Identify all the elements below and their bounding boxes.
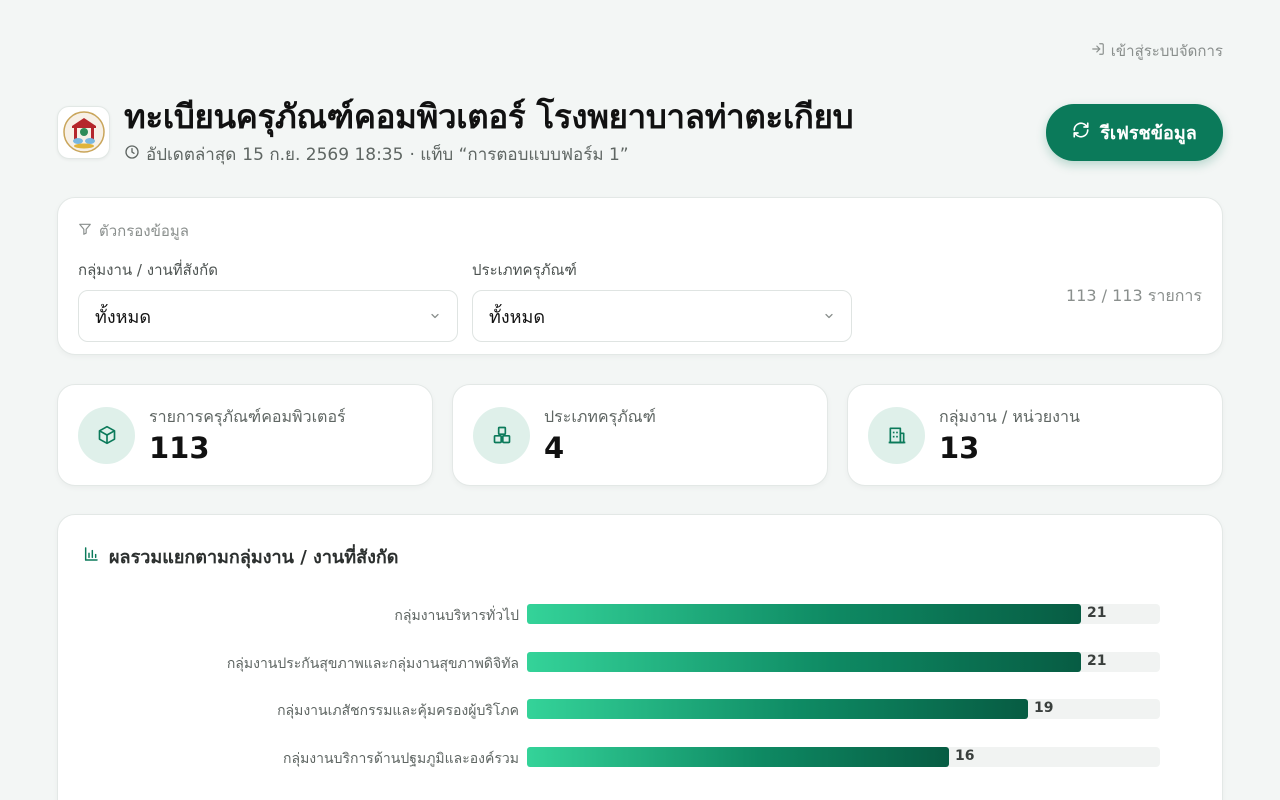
filter-icon: [78, 222, 92, 240]
stat-value: 113: [149, 431, 210, 465]
bar-fill: [527, 604, 1081, 624]
group-filter-field: กลุ่มงาน / งานที่สังกัด ทั้งหมด: [78, 258, 458, 342]
bar-row: กลุ่มงานบริการด้านปฐมภูมิและองค์รวม 16: [58, 746, 1224, 768]
bar-label: กลุ่มงานประกันสุขภาพและกลุ่มงานสุขภาพดิจ…: [226, 655, 519, 672]
bar-fill: [527, 746, 949, 767]
bar-label: กลุ่มงานบริการด้านปฐมภูมิและองค์รวม: [283, 750, 519, 767]
stat-label: กลุ่มงาน / หน่วยงาน: [939, 407, 1080, 426]
bar-value: 21: [1087, 605, 1107, 621]
bar-value: 16: [955, 747, 975, 764]
stat-card-types: ประเภทครุภัณฑ์ 4: [452, 384, 828, 486]
bar-row: กลุ่มงานบริหารทั่วไป 21: [58, 603, 1224, 625]
boxes-icon: [473, 406, 530, 464]
bar-track: [527, 604, 1160, 624]
box-icon: [78, 406, 135, 464]
stat-card-groups: กลุ่มงาน / หน่วยงาน 13: [847, 384, 1223, 486]
type-filter-field: ประเภทครุภัณฑ์ ทั้งหมด: [472, 258, 852, 342]
bar-track: [527, 651, 1160, 672]
login-link[interactable]: เข้าสู่ระบบจัดการ: [1091, 39, 1223, 63]
refresh-icon: [1072, 121, 1090, 144]
sheet-tab-label: · แท็บ “การตอบแบบฟอร์ม 1”: [409, 145, 629, 165]
clock-icon: [124, 144, 140, 165]
bar-fill: [527, 651, 1081, 672]
filter-heading: ตัวกรองข้อมูล: [78, 219, 189, 243]
bar-label: กลุ่มงานบริหารทั่วไป: [394, 608, 519, 624]
hospital-logo: [57, 105, 110, 159]
bar-label: กลุ่มงานเภสัชกรรมและคุ้มครองผู้บริโภค: [277, 703, 519, 719]
stat-label: ประเภทครุภัณฑ์: [544, 407, 656, 426]
last-updated: อัปเดตล่าสุด 15 ก.ย. 2569 18:35 · แท็บ “…: [124, 141, 1046, 168]
filter-heading-label: ตัวกรองข้อมูล: [99, 222, 189, 240]
refresh-label: รีเฟรชข้อมูล: [1100, 122, 1197, 144]
type-filter-value: ทั้งหมด: [489, 306, 546, 328]
refresh-button[interactable]: รีเฟรชข้อมูล: [1046, 103, 1223, 161]
login-label: เข้าสู่ระบบจัดการ: [1110, 42, 1223, 60]
page-header: ทะเบียนครุภัณฑ์คอมพิวเตอร์ โรงพยาบาลท่าต…: [57, 92, 1223, 172]
bar-row: กลุ่มงานเภสัชกรรมและคุ้มครองผู้บริโภค 19: [58, 698, 1224, 720]
result-count: 113 / 113 รายการ: [1066, 286, 1202, 305]
type-filter-label: ประเภทครุภัณฑ์: [472, 261, 577, 279]
chevron-down-icon: [429, 306, 441, 327]
bar-track: [527, 746, 1160, 767]
bar-value: 21: [1087, 652, 1107, 669]
page-title: ทะเบียนครุภัณฑ์คอมพิวเตอร์ โรงพยาบาลท่าต…: [124, 97, 854, 136]
bar-row: กลุ่มงานประกันสุขภาพและกลุ่มงานสุขภาพดิจ…: [58, 651, 1224, 673]
stat-label: รายการครุภัณฑ์คอมพิวเตอร์: [149, 407, 346, 426]
filter-card: ตัวกรองข้อมูล กลุ่มงาน / งานที่สังกัด ทั…: [57, 197, 1223, 355]
type-filter-select[interactable]: ทั้งหมด: [472, 290, 852, 342]
stat-value: 4: [544, 431, 565, 465]
login-icon: [1091, 42, 1105, 60]
bar-value: 19: [1034, 700, 1054, 716]
chart-title-label: ผลรวมแยกตามกลุ่มงาน / งานที่สังกัด: [109, 547, 399, 568]
building-icon: [868, 406, 925, 464]
group-summary-chart: ผลรวมแยกตามกลุ่มงาน / งานที่สังกัด กลุ่ม…: [57, 514, 1223, 800]
stat-card-items: รายการครุภัณฑ์คอมพิวเตอร์ 113: [57, 384, 433, 486]
stat-value: 13: [939, 431, 980, 465]
group-filter-label: กลุ่มงาน / งานที่สังกัด: [78, 261, 218, 279]
chart-title: ผลรวมแยกตามกลุ่มงาน / งานที่สังกัด: [83, 542, 398, 571]
bar-track: [527, 699, 1160, 719]
bar-fill: [527, 699, 1028, 719]
updated-time: 15 ก.ย. 2569 18:35: [242, 145, 404, 165]
group-filter-value: ทั้งหมด: [95, 306, 152, 328]
chevron-down-icon: [823, 306, 835, 327]
updated-label: อัปเดตล่าสุด: [146, 145, 237, 165]
bar-chart-icon: [83, 546, 99, 567]
group-filter-select[interactable]: ทั้งหมด: [78, 290, 458, 342]
